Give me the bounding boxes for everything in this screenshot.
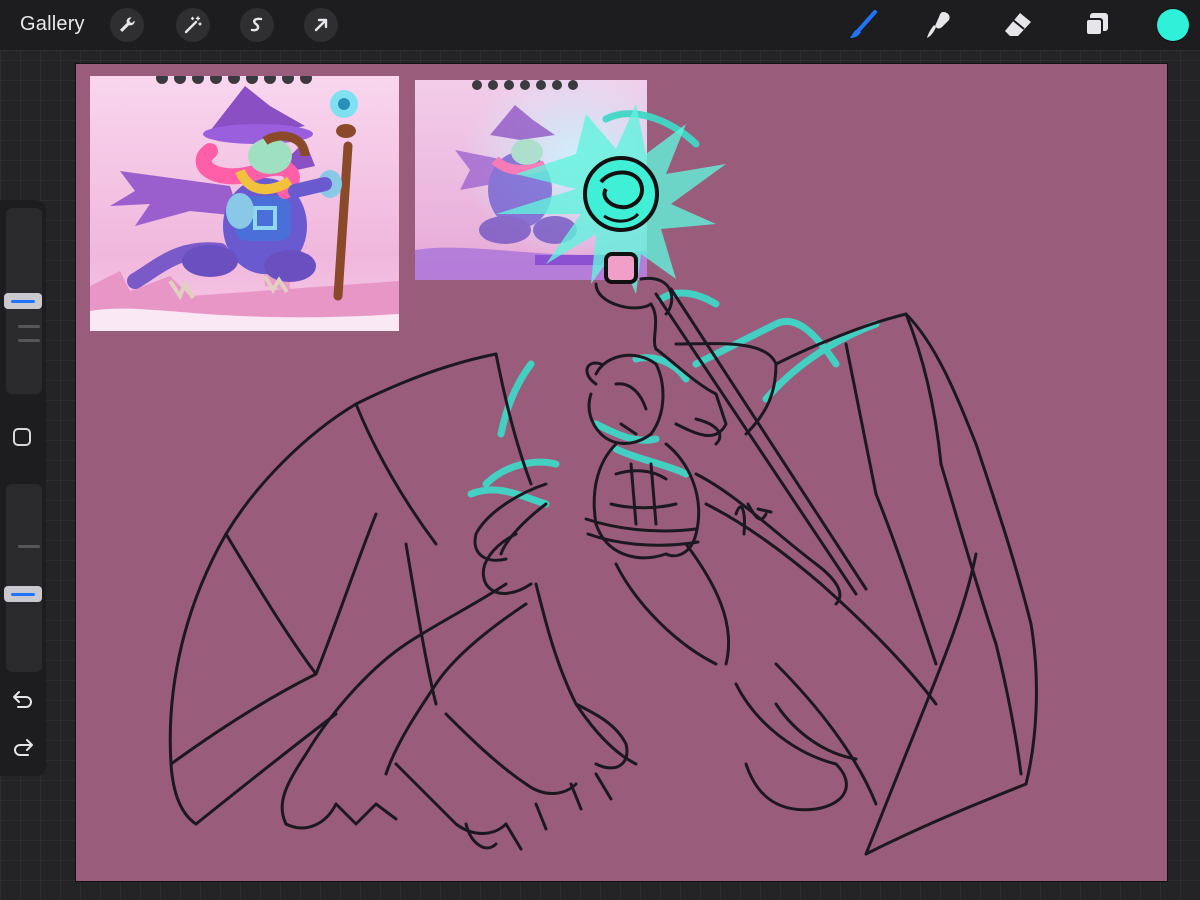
- opacity-slider[interactable]: [6, 484, 42, 672]
- selection-button[interactable]: [240, 8, 274, 42]
- smudge-button[interactable]: [920, 6, 958, 44]
- transform-button[interactable]: [304, 8, 338, 42]
- gallery-button[interactable]: Gallery: [20, 13, 85, 36]
- slider-tick: [18, 545, 40, 548]
- selection-icon: [250, 17, 263, 32]
- color-picker-button[interactable]: [1157, 9, 1189, 41]
- actions-button[interactable]: [110, 8, 144, 42]
- slider-tick: [18, 325, 40, 328]
- brush-icon: [850, 10, 877, 38]
- wrench-icon: [120, 17, 135, 32]
- smudge-icon: [927, 12, 950, 38]
- left-sidebar: [0, 200, 46, 776]
- eraser-icon: [1005, 13, 1031, 36]
- drawing-canvas[interactable]: [76, 64, 1167, 881]
- sketch-layer: [168, 104, 1038, 856]
- slider-tick: [18, 339, 40, 342]
- magic-wand-icon: [184, 16, 202, 34]
- adjustments-button[interactable]: [176, 8, 210, 42]
- modify-square-icon[interactable]: [13, 428, 31, 446]
- brush-button[interactable]: [844, 6, 882, 44]
- opacity-thumb[interactable]: [4, 586, 42, 602]
- undo-icon[interactable]: [10, 688, 36, 710]
- top-toolbar: Gallery: [0, 0, 1200, 51]
- layers-icon: [1085, 13, 1108, 36]
- brush-size-thumb[interactable]: [4, 293, 42, 309]
- layers-button[interactable]: [1077, 6, 1115, 44]
- transform-arrow-icon: [314, 18, 328, 32]
- redo-icon[interactable]: [10, 736, 36, 758]
- eraser-button[interactable]: [999, 6, 1037, 44]
